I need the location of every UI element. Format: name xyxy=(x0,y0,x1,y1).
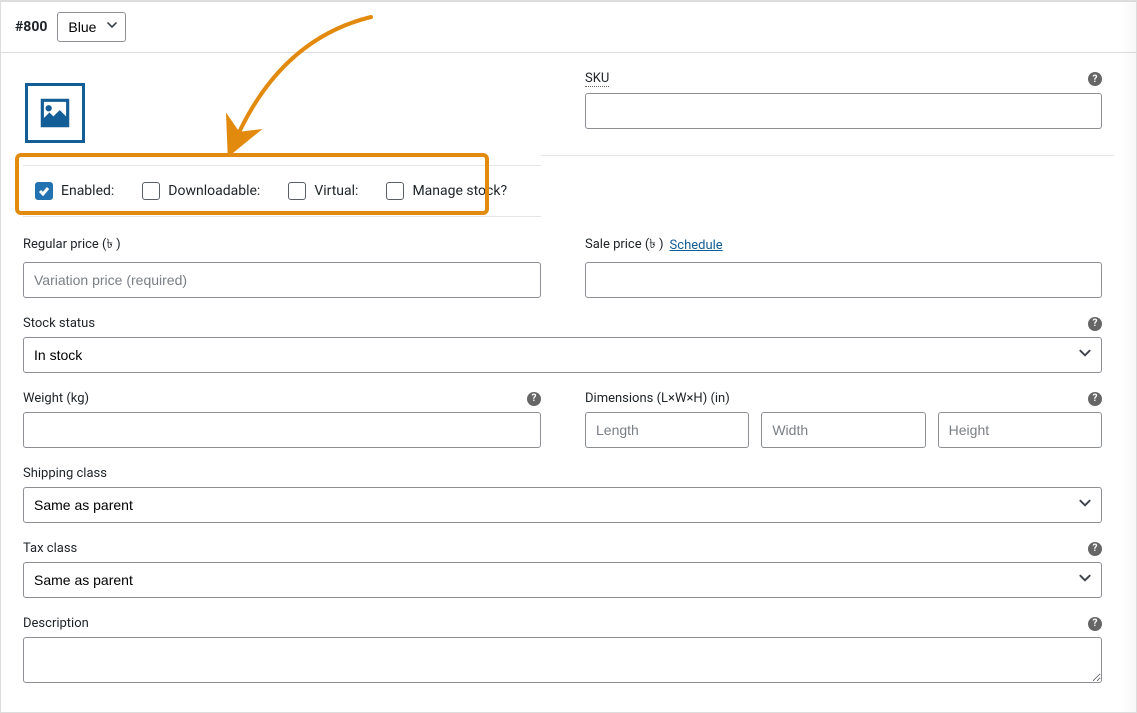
variation-id-label: #800 xyxy=(15,19,47,35)
help-icon[interactable]: ? xyxy=(1088,317,1102,331)
shipping-class-select-wrap: Same as parent xyxy=(23,487,1102,523)
attribute-select[interactable]: Blue xyxy=(57,12,126,42)
dimensions-label: Dimensions (L×W×H) (in) xyxy=(585,391,730,406)
shipping-class-label-row: Shipping class xyxy=(23,466,1102,481)
help-icon[interactable]: ? xyxy=(1088,617,1102,631)
col-weight: Weight (kg) ? xyxy=(23,391,541,448)
regular-price-label: Regular price (৳ ) xyxy=(23,235,121,256)
description-textarea[interactable] xyxy=(23,637,1102,683)
col-sale-price: Sale price (৳ ) Schedule xyxy=(585,235,1114,298)
attribute-select-wrap: Blue xyxy=(57,12,126,42)
divider xyxy=(541,155,1114,156)
virtual-checkbox[interactable] xyxy=(288,182,306,200)
row-prices: Regular price (৳ ) Sale price (৳ ) Sched… xyxy=(1,235,1136,298)
help-icon[interactable]: ? xyxy=(527,392,541,406)
variation-options-row: Enabled: Downloadable: Virtual: Manage s… xyxy=(23,165,541,217)
tax-class-select[interactable]: Same as parent xyxy=(23,562,1102,598)
variation-panel: #800 Blue xyxy=(0,0,1137,713)
weight-label: Weight (kg) xyxy=(23,391,89,406)
row-image-sku: Enabled: Downloadable: Virtual: Manage s… xyxy=(1,71,1136,217)
manage-stock-checkbox-wrap[interactable]: Manage stock? xyxy=(386,182,507,200)
stock-status-select[interactable]: In stock xyxy=(23,337,1102,373)
description-label-row: Description ? xyxy=(23,616,1102,631)
manage-stock-checkbox[interactable] xyxy=(386,182,404,200)
stock-status-select-wrap: In stock xyxy=(23,337,1102,373)
tax-class-label-row: Tax class ? xyxy=(23,541,1102,556)
downloadable-label: Downloadable: xyxy=(168,183,260,199)
image-icon xyxy=(36,94,74,132)
col-image: Enabled: Downloadable: Virtual: Manage s… xyxy=(23,71,541,217)
row-description: Description ? xyxy=(1,616,1136,687)
downloadable-checkbox-wrap[interactable]: Downloadable: xyxy=(142,182,260,200)
col-regular-price: Regular price (৳ ) xyxy=(23,235,541,298)
weight-input[interactable] xyxy=(23,412,541,448)
downloadable-checkbox[interactable] xyxy=(142,182,160,200)
help-icon[interactable]: ? xyxy=(1088,72,1102,86)
virtual-checkbox-wrap[interactable]: Virtual: xyxy=(288,182,358,200)
tax-class-select-wrap: Same as parent xyxy=(23,562,1102,598)
col-sku: SKU ? xyxy=(585,71,1114,217)
help-icon[interactable]: ? xyxy=(1088,542,1102,556)
height-input[interactable] xyxy=(938,412,1102,448)
variation-body: Enabled: Downloadable: Virtual: Manage s… xyxy=(1,71,1136,705)
tax-class-label: Tax class xyxy=(23,541,77,556)
variation-header: #800 Blue xyxy=(1,1,1136,53)
dimensions-inputs xyxy=(585,412,1102,448)
sku-input[interactable] xyxy=(585,93,1102,129)
row-weight-dimensions: Weight (kg) ? Dimensions (L×W×H) (in) ? xyxy=(1,391,1136,448)
variation-image-placeholder[interactable] xyxy=(25,83,85,143)
stock-status-label-row: Stock status ? xyxy=(23,316,1102,331)
virtual-label: Virtual: xyxy=(314,183,358,199)
description-label: Description xyxy=(23,616,89,631)
sale-price-label-row: Sale price (৳ ) Schedule xyxy=(585,235,1102,256)
row-stock-status: Stock status ? In stock xyxy=(1,316,1136,373)
regular-price-label-row: Regular price (৳ ) xyxy=(23,235,541,256)
enabled-checkbox-wrap[interactable]: Enabled: xyxy=(35,182,114,200)
col-dimensions: Dimensions (L×W×H) (in) ? xyxy=(585,391,1114,448)
sku-label: SKU xyxy=(585,71,609,87)
sale-price-input[interactable] xyxy=(585,262,1102,298)
enabled-label: Enabled: xyxy=(61,183,114,199)
regular-price-input[interactable] xyxy=(23,262,541,298)
manage-stock-label: Manage stock? xyxy=(412,183,507,199)
shipping-class-label: Shipping class xyxy=(23,466,107,481)
width-input[interactable] xyxy=(761,412,925,448)
stock-status-label: Stock status xyxy=(23,316,95,331)
dimensions-label-row: Dimensions (L×W×H) (in) ? xyxy=(585,391,1102,406)
length-input[interactable] xyxy=(585,412,749,448)
row-shipping-class: Shipping class Same as parent xyxy=(1,466,1136,523)
sku-label-row: SKU ? xyxy=(585,71,1102,87)
help-icon[interactable]: ? xyxy=(1088,392,1102,406)
row-tax-class: Tax class ? Same as parent xyxy=(1,541,1136,598)
weight-label-row: Weight (kg) ? xyxy=(23,391,541,406)
sale-price-label: Sale price (৳ ) xyxy=(585,235,664,256)
schedule-link[interactable]: Schedule xyxy=(670,238,723,253)
shipping-class-select[interactable]: Same as parent xyxy=(23,487,1102,523)
enabled-checkbox[interactable] xyxy=(35,182,53,200)
